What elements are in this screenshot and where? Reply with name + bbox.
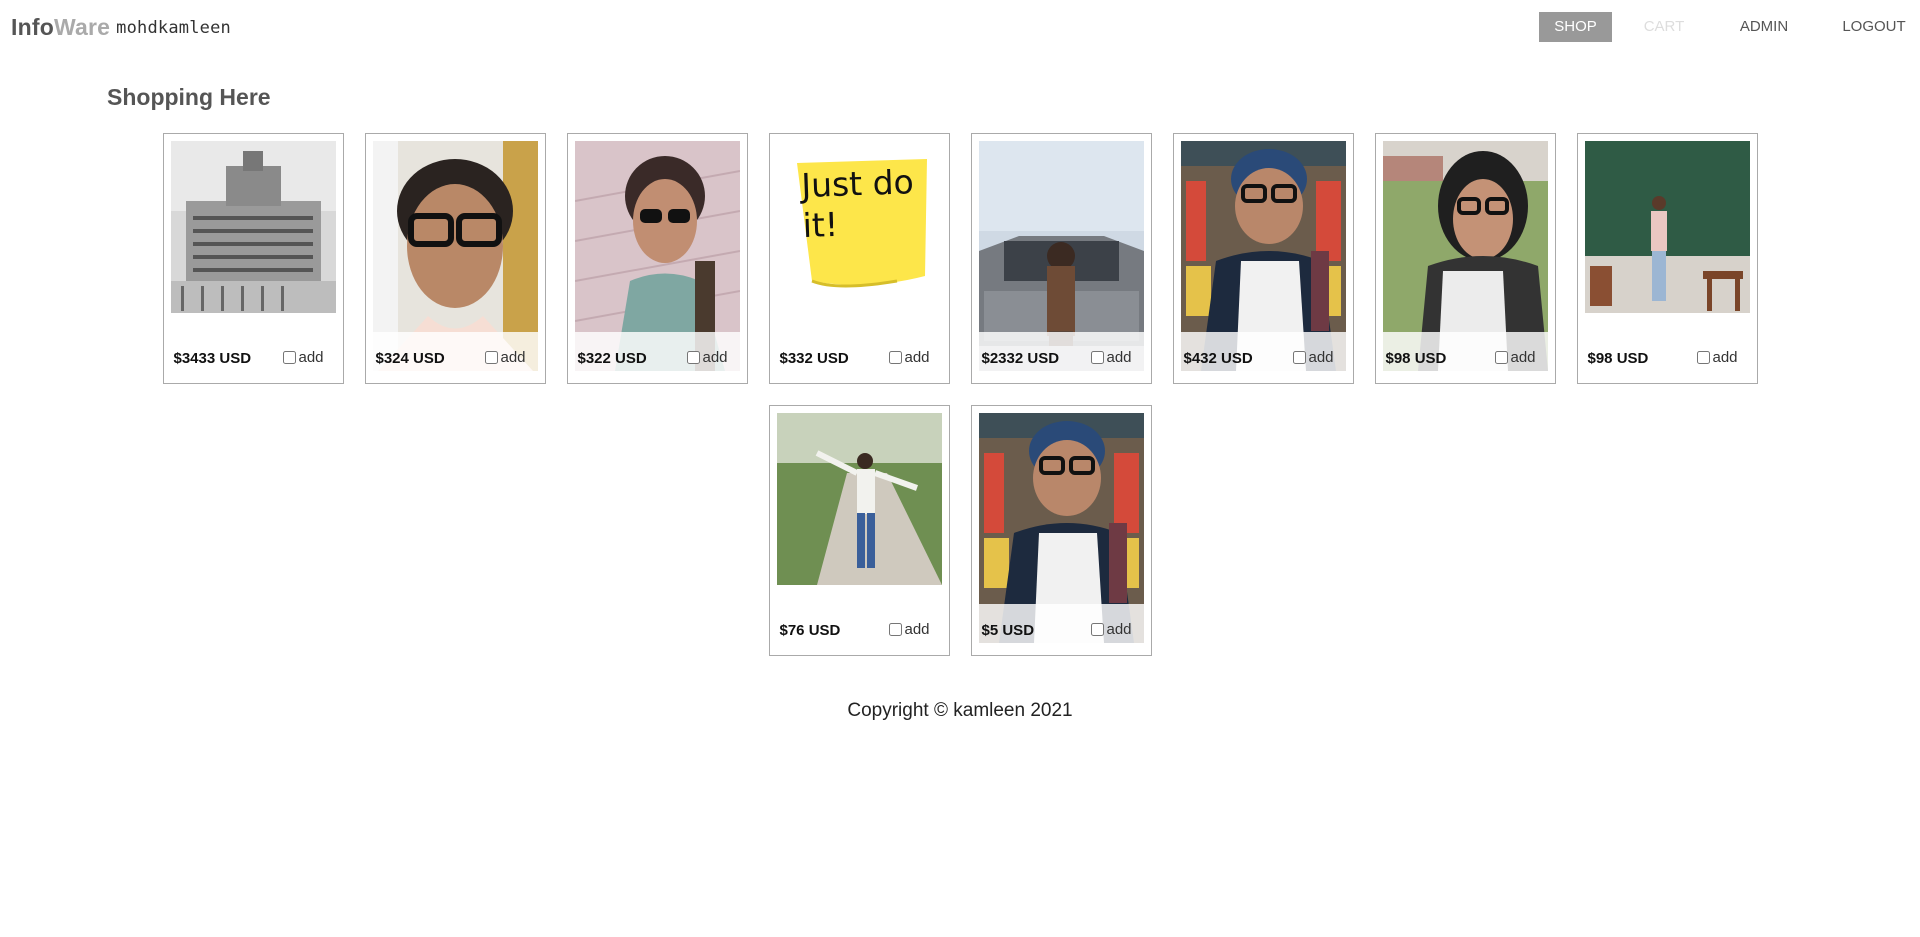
- product-card: Just do it! $332 USD add: [768, 133, 950, 384]
- add-checkbox[interactable]: [1696, 351, 1710, 364]
- product-grid: $3433 USD add $324 USD add $322 USD add …: [0, 133, 1920, 677]
- product-card: $2332 USD add: [970, 133, 1152, 384]
- brand-ware: Ware: [53, 14, 111, 40]
- brand-info: Info: [11, 14, 54, 40]
- page-title: Shopping Here: [107, 84, 271, 110]
- product-row: $3433 USD add $324 USD add $322 USD add …: [0, 133, 1920, 384]
- product-card: $98 USD add: [1576, 133, 1758, 384]
- add-checkbox[interactable]: [1494, 351, 1508, 364]
- add-to-cart[interactable]: add: [484, 349, 526, 366]
- add-label: add: [1712, 349, 1738, 366]
- add-checkbox[interactable]: [888, 623, 902, 636]
- product-price: $76 USD: [779, 622, 841, 639]
- product-price: $98 USD: [1587, 350, 1649, 367]
- username: mohdkamleen: [116, 18, 231, 38]
- add-to-cart[interactable]: add: [888, 349, 930, 366]
- product-card: $322 USD add: [566, 133, 748, 384]
- main-nav: SHOP CART ADMIN LOGOUT: [1539, 12, 1914, 43]
- add-label: add: [1308, 349, 1334, 366]
- product-price: $322 USD: [577, 350, 647, 367]
- add-to-cart[interactable]: add: [1090, 349, 1132, 366]
- add-checkbox[interactable]: [282, 351, 296, 364]
- sticky-note-text: Just do it!: [800, 162, 914, 246]
- add-to-cart[interactable]: add: [1292, 349, 1334, 366]
- product-card: $76 USD add: [768, 405, 950, 656]
- footer-copyright: Copyright © kamleen 2021: [847, 700, 1073, 721]
- building-photo[interactable]: [170, 141, 336, 313]
- add-to-cart[interactable]: add: [888, 621, 930, 638]
- product-row: $76 USD add $5 USD add: [0, 405, 1920, 656]
- add-checkbox[interactable]: [888, 351, 902, 364]
- nav-shop[interactable]: SHOP: [1539, 12, 1612, 42]
- add-to-cart[interactable]: add: [282, 349, 324, 366]
- add-label: add: [702, 349, 728, 366]
- add-label: add: [904, 349, 930, 366]
- product-card: $3433 USD add: [162, 133, 344, 384]
- add-label: add: [1106, 621, 1132, 638]
- header: InfoWare mohdkamleen SHOP CART ADMIN LOGO…: [0, 0, 1920, 56]
- road-photo[interactable]: [776, 413, 942, 585]
- add-label: add: [298, 349, 324, 366]
- add-label: add: [1106, 349, 1132, 366]
- product-card: $432 USD add: [1172, 133, 1354, 384]
- add-checkbox[interactable]: [1090, 351, 1104, 364]
- add-to-cart[interactable]: add: [686, 349, 728, 366]
- product-card: $324 USD add: [364, 133, 546, 384]
- add-to-cart[interactable]: add: [1696, 349, 1738, 366]
- product-price: $3433 USD: [173, 350, 252, 367]
- nav-logout[interactable]: LOGOUT: [1834, 12, 1914, 42]
- nav-cart[interactable]: CART: [1634, 12, 1694, 42]
- product-price: $332 USD: [779, 350, 849, 367]
- product-price: $5 USD: [981, 622, 1035, 639]
- product-price: $98 USD: [1385, 350, 1447, 367]
- nav-admin[interactable]: ADMIN: [1729, 12, 1799, 42]
- product-price: $432 USD: [1183, 350, 1253, 367]
- product-card: $5 USD add: [970, 405, 1152, 656]
- add-checkbox[interactable]: [1090, 623, 1104, 636]
- add-label: add: [1510, 349, 1536, 366]
- add-to-cart[interactable]: add: [1494, 349, 1536, 366]
- add-checkbox[interactable]: [484, 351, 498, 364]
- product-price: $324 USD: [375, 350, 445, 367]
- add-checkbox[interactable]: [686, 351, 700, 364]
- add-to-cart[interactable]: add: [1090, 621, 1132, 638]
- product-card: $98 USD add: [1374, 133, 1556, 384]
- add-label: add: [904, 621, 930, 638]
- add-label: add: [500, 349, 526, 366]
- add-checkbox[interactable]: [1292, 351, 1306, 364]
- classroom-photo[interactable]: [1584, 141, 1750, 313]
- brand[interactable]: InfoWare mohdkamleen: [11, 14, 231, 41]
- product-price: $2332 USD: [981, 350, 1060, 367]
